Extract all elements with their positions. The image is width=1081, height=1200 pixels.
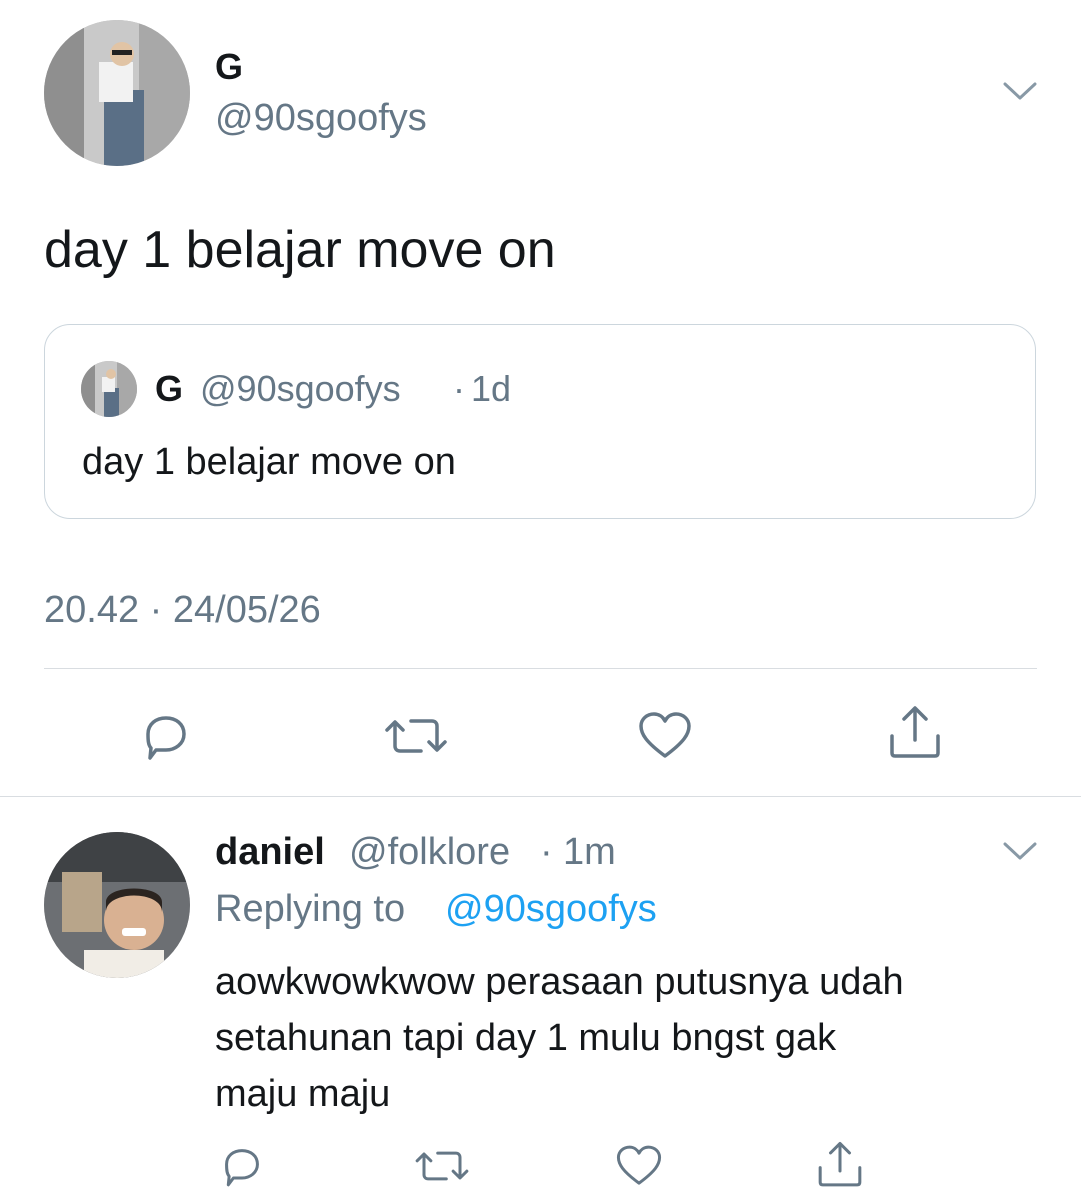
tweet-text: day 1 belajar move on <box>44 221 556 279</box>
like-icon[interactable] <box>636 708 694 764</box>
retweet-icon[interactable] <box>412 1142 472 1190</box>
reply-age: 1m <box>563 831 616 873</box>
quoted-handle: @90sgoofys <box>200 368 401 409</box>
reply-separator: · <box>540 831 553 873</box>
reply-text-line: aowkwowkwow perasaan putusnya udah <box>215 961 904 1003</box>
chevron-down-icon[interactable] <box>1003 840 1037 862</box>
chevron-down-icon[interactable] <box>1003 80 1037 102</box>
tweet-timestamp[interactable]: 20.42 · 24/05/26 <box>44 588 321 632</box>
quoted-author-avatar <box>81 361 137 417</box>
reply-text-line: maju maju <box>215 1073 391 1115</box>
reply-author-avatar[interactable] <box>44 832 190 978</box>
share-icon[interactable] <box>815 1140 865 1190</box>
author-display-name[interactable]: G <box>215 46 243 88</box>
like-icon[interactable] <box>614 1142 664 1190</box>
reply-handle[interactable]: @folklore <box>349 829 510 875</box>
quoted-separator: · <box>453 368 465 409</box>
divider <box>44 668 1037 669</box>
reply-icon[interactable] <box>218 1142 266 1190</box>
reply-display-name[interactable]: daniel <box>215 829 325 875</box>
quoted-text: day 1 belajar move on <box>82 441 456 483</box>
quoted-age: 1d <box>471 368 512 409</box>
quoted-tweet-card[interactable]: G @90sgoofys · 1d day 1 belajar move on <box>44 324 1036 519</box>
replying-to-label: Replying to <box>215 888 406 930</box>
author-avatar[interactable] <box>44 20 190 166</box>
quoted-display-name: G <box>155 368 184 409</box>
reply-text: aowkwowkwow perasaan putusnya udah setah… <box>215 954 1045 1122</box>
retweet-icon[interactable] <box>381 708 451 764</box>
share-icon[interactable] <box>886 704 944 762</box>
reply-text-line: setahunan tapi day 1 mulu bngst gak <box>215 1017 837 1059</box>
replying-to-handle-link[interactable]: @90sgoofys <box>445 886 657 932</box>
tweet-separator <box>0 796 1081 797</box>
reply-icon[interactable] <box>138 708 194 764</box>
author-handle[interactable]: @90sgoofys <box>215 96 427 140</box>
